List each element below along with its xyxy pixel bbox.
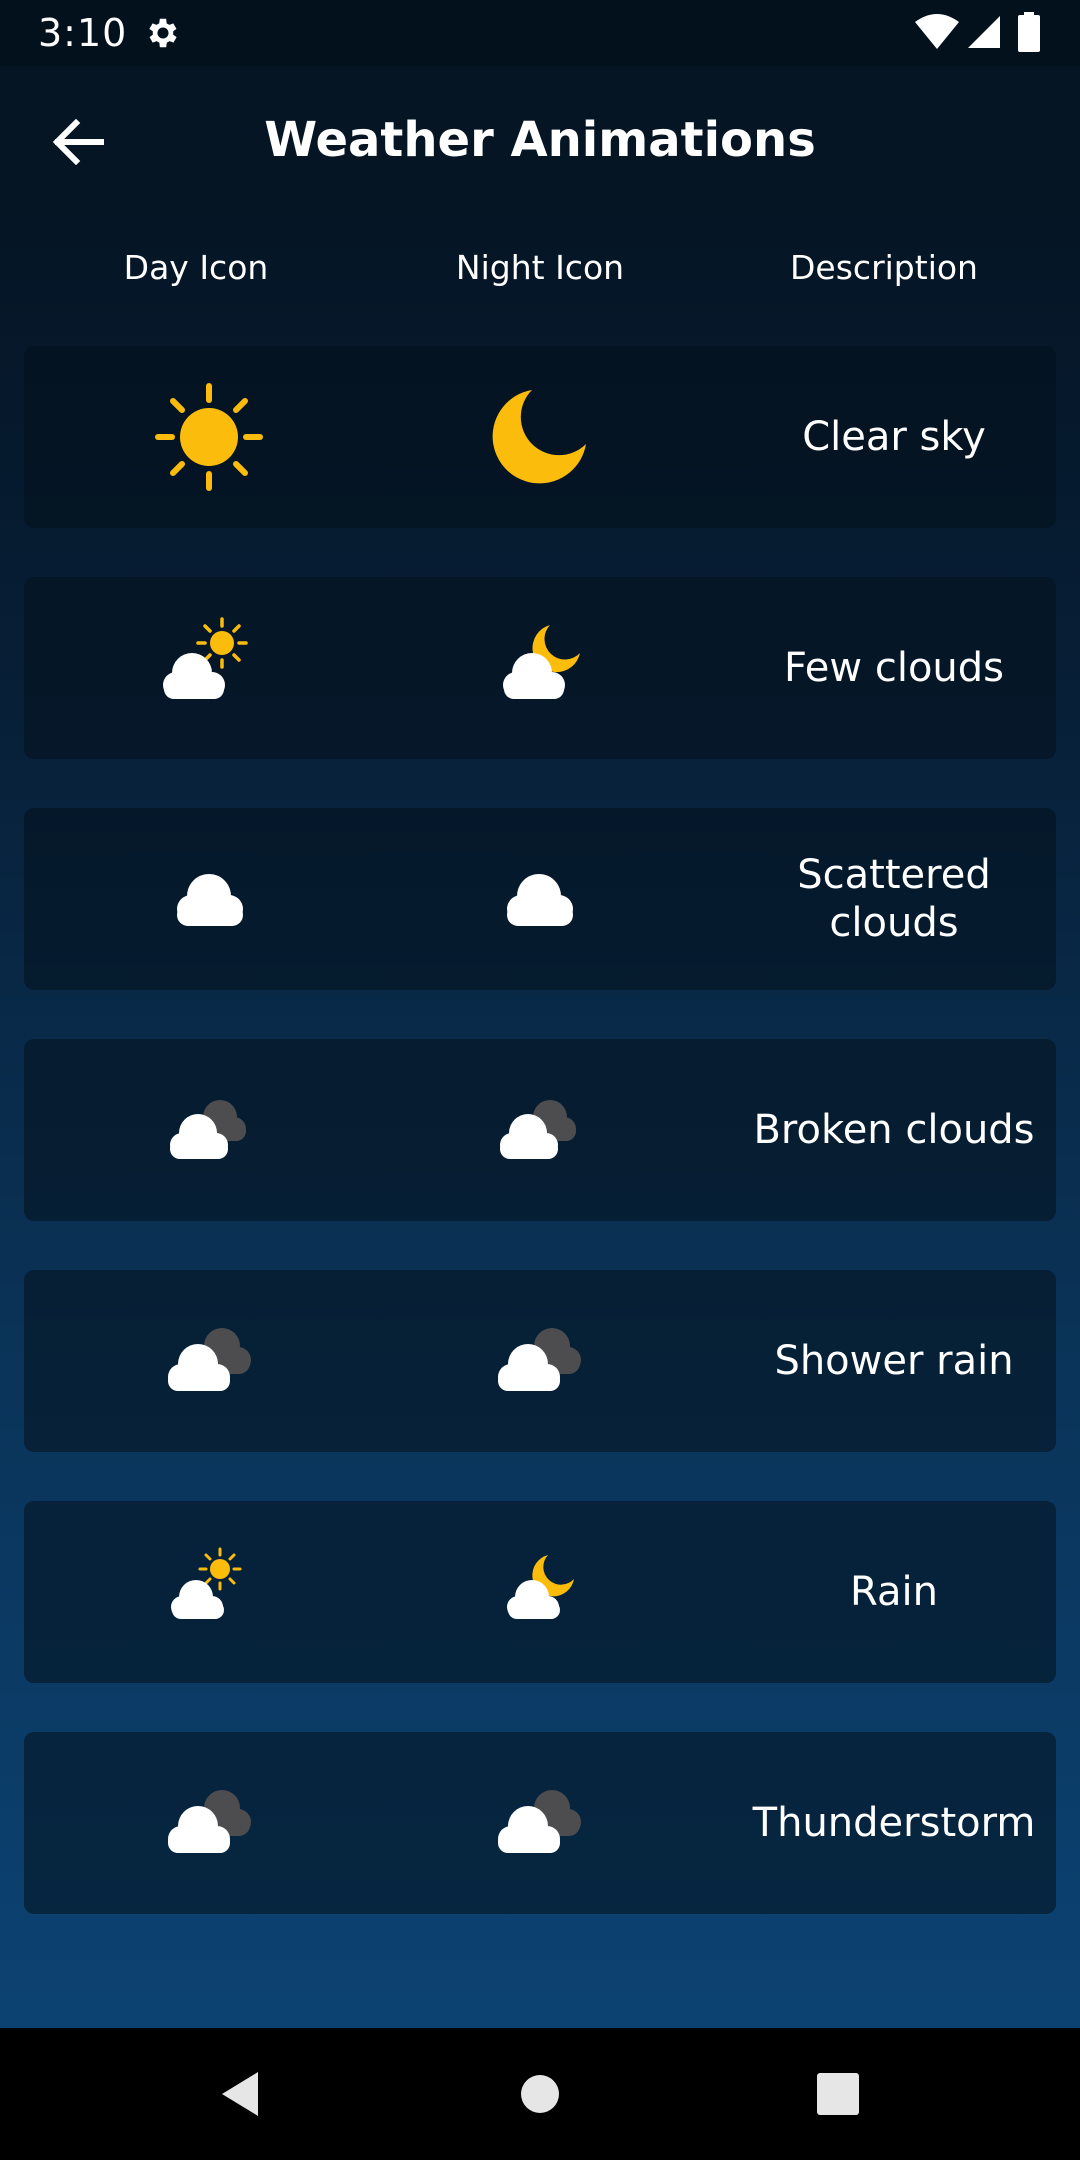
broken-clouds-icon xyxy=(170,1100,246,1159)
cloud-icon xyxy=(507,874,573,926)
gear-icon xyxy=(149,18,177,48)
list-item-scattered-clouds[interactable]: Scattered clouds xyxy=(24,808,1056,990)
broken-clouds-icon xyxy=(168,1790,251,1853)
battery-icon xyxy=(1018,12,1040,52)
moon-cloud-icon xyxy=(503,625,580,699)
broken-clouds-icon xyxy=(498,1790,581,1853)
status-time: 3:10 xyxy=(38,11,128,55)
moon-icon xyxy=(492,390,586,484)
header-day-icon: Day Icon xyxy=(123,248,269,287)
header-description: Description xyxy=(790,248,978,287)
list-item-clear-sky[interactable]: Clear sky xyxy=(24,346,1056,528)
broken-clouds-icon xyxy=(498,1328,581,1391)
list-item-few-clouds[interactable]: Few clouds xyxy=(24,577,1056,759)
nav-back-icon[interactable] xyxy=(214,2066,270,2122)
back-button[interactable] xyxy=(40,112,116,172)
status-bar: 3:10 xyxy=(0,0,1080,66)
cloud-icon xyxy=(177,874,243,926)
description-label: Clear sky xyxy=(802,414,986,460)
nav-home-icon[interactable] xyxy=(512,2066,568,2122)
nav-recents-icon[interactable] xyxy=(810,2066,866,2122)
description-label: Broken clouds xyxy=(753,1107,1035,1153)
sun-icon xyxy=(155,383,263,491)
description-label: Few clouds xyxy=(783,645,1005,691)
description-label: Scattered clouds xyxy=(797,852,991,946)
toolbar: Weather Animations xyxy=(0,66,1080,216)
table-header: Day Icon Night Icon Description xyxy=(24,238,1056,298)
arrow-left-icon xyxy=(52,119,104,165)
screen: 3:10 Weather Animations Day Icon Night I… xyxy=(0,0,1080,2160)
list-item-broken-clouds[interactable]: Broken clouds xyxy=(24,1039,1056,1221)
header-night-icon: Night Icon xyxy=(455,248,625,287)
moon-cloud-icon xyxy=(507,1555,574,1619)
navigation-bar xyxy=(0,2028,1080,2160)
sun-cloud-icon xyxy=(171,1547,242,1619)
description-label: Rain xyxy=(850,1569,938,1615)
description-label: Shower rain xyxy=(774,1338,1014,1384)
signal-icon xyxy=(968,16,1000,48)
list-item-thunderstorm[interactable]: Thunderstorm xyxy=(24,1732,1056,1914)
description-label: Thunderstorm xyxy=(752,1800,1036,1846)
sun-cloud-icon xyxy=(163,617,248,699)
list-item-rain[interactable]: Rain xyxy=(24,1501,1056,1683)
broken-clouds-icon xyxy=(168,1328,251,1391)
broken-clouds-icon xyxy=(500,1100,576,1159)
list-item-shower-rain[interactable]: Shower rain xyxy=(24,1270,1056,1452)
page-title: Weather Animations xyxy=(264,112,816,168)
wifi-icon xyxy=(915,14,959,49)
